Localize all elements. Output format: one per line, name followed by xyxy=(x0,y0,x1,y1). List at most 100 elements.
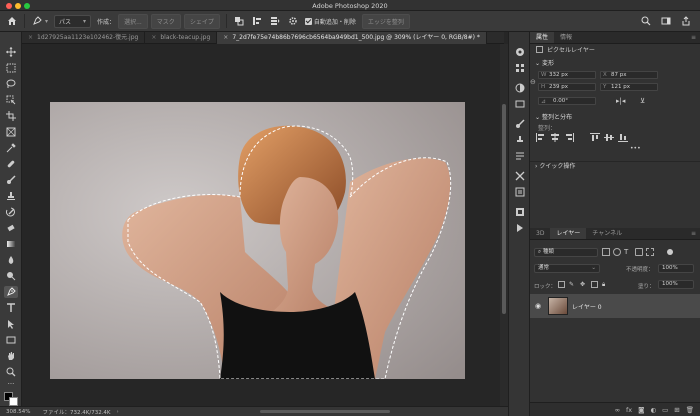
layer-name[interactable]: レイヤー 0 xyxy=(572,302,602,311)
align-section-header[interactable]: ⌄ 整列と分布 xyxy=(530,113,700,123)
adjustment-layer-icon[interactable]: ◐ xyxy=(650,406,656,414)
layer-kind-filter[interactable]: ⌕ 種類 xyxy=(534,248,598,257)
add-mask-icon[interactable]: ◙ xyxy=(638,406,644,414)
make-mask-button[interactable]: マスク xyxy=(150,13,181,29)
actions-panel-icon[interactable] xyxy=(514,222,526,234)
flip-vertical-icon[interactable]: ⊻ xyxy=(640,97,645,105)
panel-menu-icon[interactable]: ≡ xyxy=(691,32,700,43)
close-icon[interactable]: × xyxy=(28,34,33,41)
new-layer-icon[interactable]: ⊞ xyxy=(674,406,679,414)
chevron-down-icon[interactable]: ▾ xyxy=(45,18,48,25)
libraries-panel-icon[interactable] xyxy=(514,98,526,110)
background-color-swatch[interactable] xyxy=(9,397,18,406)
panel-menu-icon[interactable]: ≡ xyxy=(691,228,700,239)
eraser-tool-icon[interactable] xyxy=(4,222,18,234)
pen-tool-icon[interactable] xyxy=(4,286,18,298)
width-field[interactable]: W 332 px xyxy=(538,71,596,79)
eye-icon[interactable]: ◉ xyxy=(535,302,541,310)
pen-tool-preset-icon[interactable] xyxy=(31,15,43,27)
dodge-tool-icon[interactable] xyxy=(4,270,18,282)
align-edges-button[interactable]: エッジを整列 xyxy=(361,13,410,29)
fill-field[interactable]: 100% xyxy=(658,280,694,289)
more-options-button[interactable]: ••• xyxy=(630,145,641,152)
chevron-right-icon[interactable]: › xyxy=(117,409,119,415)
lock-all-icon[interactable]: 🔒︎ xyxy=(602,281,609,288)
canvas-vertical-scrollbar[interactable] xyxy=(500,44,508,406)
lock-artboard-icon[interactable] xyxy=(591,281,598,288)
smart-object-filter-icon[interactable] xyxy=(646,248,654,256)
workspace-icon[interactable] xyxy=(660,15,672,27)
type-tool-icon[interactable] xyxy=(4,302,18,314)
make-shape-button[interactable]: シェイプ xyxy=(183,13,220,29)
zoom-tool-icon[interactable] xyxy=(4,366,18,378)
flip-horizontal-icon[interactable]: ▸|◂ xyxy=(616,97,625,105)
zoom-level[interactable]: 308.54% xyxy=(6,409,30,415)
frame-tool-icon[interactable] xyxy=(4,126,18,138)
paragraph-panel-icon[interactable] xyxy=(514,150,526,162)
opacity-field[interactable]: 100% xyxy=(658,264,694,273)
tab-layers[interactable]: レイヤー xyxy=(550,228,587,239)
hand-tool-icon[interactable] xyxy=(4,350,18,362)
height-field[interactable]: H 239 px xyxy=(538,83,596,91)
shape-filter-icon[interactable] xyxy=(635,248,643,256)
gear-icon[interactable] xyxy=(287,15,299,27)
crop-tool-icon[interactable] xyxy=(4,110,18,122)
lasso-tool-icon[interactable] xyxy=(4,78,18,90)
align-right-icon[interactable] xyxy=(564,133,574,142)
link-icon[interactable]: ⊖ xyxy=(530,78,536,86)
share-icon[interactable] xyxy=(680,15,692,27)
path-selection-tool-icon[interactable] xyxy=(4,318,18,330)
rectangle-tool-icon[interactable] xyxy=(4,334,18,346)
doc-tab-2[interactable]: × black-teacup.jpg xyxy=(145,32,218,44)
align-top-icon[interactable] xyxy=(590,133,600,142)
x-field[interactable]: X 87 px xyxy=(600,71,658,79)
blur-tool-icon[interactable] xyxy=(4,254,18,266)
home-icon[interactable] xyxy=(6,15,18,27)
align-horizontal-center-icon[interactable] xyxy=(550,133,560,142)
adjustments-panel-icon[interactable] xyxy=(514,82,526,94)
quick-actions-header[interactable]: › クイック操作 xyxy=(530,161,700,171)
path-arrangement-icon[interactable] xyxy=(269,15,281,27)
search-icon[interactable] xyxy=(640,15,652,27)
link-layers-icon[interactable]: ∞ xyxy=(615,406,620,414)
y-field[interactable]: Y 121 px xyxy=(600,83,658,91)
angle-field[interactable]: ⊿ 0.00° xyxy=(538,97,596,105)
layer-row[interactable]: ◉ レイヤー 0 xyxy=(530,294,700,318)
more-tools-icon[interactable]: ··· xyxy=(4,378,18,390)
close-icon[interactable]: × xyxy=(151,34,156,41)
tab-channels[interactable]: チャンネル xyxy=(586,228,628,239)
auto-add-delete-checkbox[interactable]: 自動追加・削除 xyxy=(304,17,356,26)
color-panel-icon[interactable] xyxy=(514,46,526,58)
eyedropper-tool-icon[interactable] xyxy=(4,142,18,154)
adjustment-filter-icon[interactable] xyxy=(613,248,621,256)
brushes-panel-icon[interactable] xyxy=(514,118,526,130)
layer-style-icon[interactable]: fx xyxy=(626,406,632,414)
tab-info[interactable]: 情報 xyxy=(554,32,578,43)
lock-image-icon[interactable]: ✎ xyxy=(569,281,576,288)
close-icon[interactable]: × xyxy=(223,34,228,41)
type-filter-icon[interactable]: T xyxy=(624,248,632,256)
doc-tab-1[interactable]: × 1d27925aa1123e102462-復元.jpg xyxy=(22,32,146,44)
path-alignment-icon[interactable] xyxy=(251,15,263,27)
lock-transparent-icon[interactable] xyxy=(558,281,565,288)
history-brush-tool-icon[interactable] xyxy=(4,206,18,218)
clone-source-panel-icon[interactable] xyxy=(514,134,526,146)
trash-icon[interactable]: 🗑︎ xyxy=(686,406,694,414)
marquee-tool-icon[interactable] xyxy=(4,62,18,74)
canvas-area[interactable] xyxy=(22,44,500,406)
pen-mode-select[interactable]: パス ▾ xyxy=(54,14,92,28)
horizontal-scrollbar-thumb[interactable] xyxy=(260,410,390,413)
make-selection-button[interactable]: 選択... xyxy=(118,13,148,29)
tools-options-icon[interactable] xyxy=(514,170,526,182)
history-panel-icon[interactable] xyxy=(514,186,526,198)
healing-brush-tool-icon[interactable] xyxy=(4,158,18,170)
lock-position-icon[interactable]: ✥ xyxy=(580,281,587,288)
tab-3d[interactable]: 3D xyxy=(530,228,550,239)
gradient-tool-icon[interactable] xyxy=(4,238,18,250)
tab-properties[interactable]: 属性 xyxy=(530,32,555,43)
align-left-icon[interactable] xyxy=(536,133,546,142)
align-vertical-center-icon[interactable] xyxy=(604,133,614,142)
transform-section-header[interactable]: ⌄ 変形 xyxy=(530,59,700,69)
group-icon[interactable]: ▭ xyxy=(662,406,668,414)
filter-toggle-icon[interactable] xyxy=(667,249,673,255)
